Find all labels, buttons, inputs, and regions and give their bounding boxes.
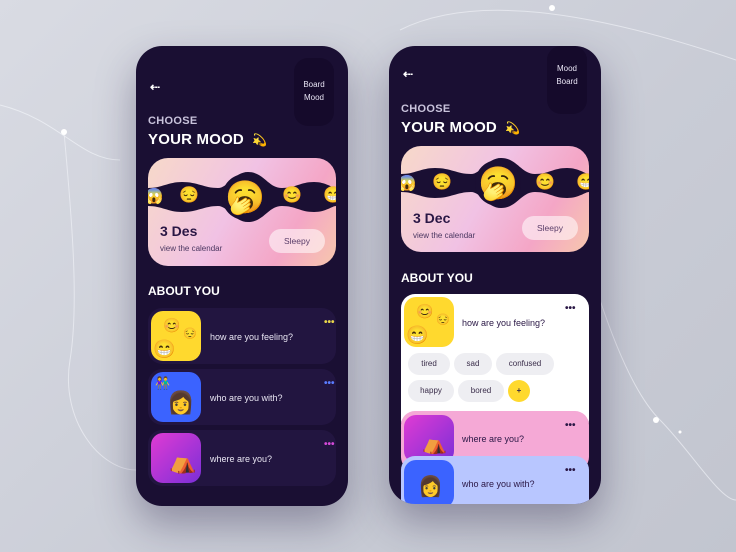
tag-tired[interactable]: tired: [408, 353, 450, 375]
dizzy-icon: 💫: [252, 133, 268, 147]
smirk-emoji-icon: 😔: [436, 314, 450, 326]
view-calendar-link[interactable]: view the calendar: [160, 244, 222, 253]
yawn-emoji-icon[interactable]: 🥱: [475, 160, 521, 206]
mood-pill[interactable]: Sleepy: [269, 229, 325, 253]
where-thumb: ⛺: [151, 433, 201, 483]
page-title: YOUR MOOD 💫: [401, 119, 521, 136]
people-icon: 👩: [167, 390, 195, 415]
tag-bored[interactable]: bored: [458, 380, 504, 402]
back-arrow-icon[interactable]: ⇠: [403, 67, 413, 81]
people-icon: 👩: [418, 476, 443, 498]
mood-board-button[interactable]: Mood Board: [547, 46, 587, 114]
with-label: who are you with?: [462, 479, 535, 489]
tag-happy[interactable]: happy: [408, 380, 454, 402]
scream-emoji-icon[interactable]: 😱: [148, 186, 164, 206]
smile-emoji-icon[interactable]: 😊: [281, 185, 303, 207]
smile-emoji-icon: 😁: [406, 325, 429, 345]
where-more-icon[interactable]: •••: [565, 421, 576, 431]
tent-icon: ⛺: [169, 449, 197, 474]
dizzy-icon: 💫: [505, 121, 521, 135]
grin-emoji-icon[interactable]: 😁: [322, 185, 336, 207]
page-title-text: YOUR MOOD: [148, 131, 244, 148]
with-label: who are you with?: [210, 393, 283, 403]
background-curves: [0, 5, 736, 501]
mood-pill[interactable]: Sleepy: [522, 216, 578, 240]
scream-emoji-icon[interactable]: 😱: [401, 173, 417, 193]
where-label: where are you?: [210, 454, 273, 464]
heart-eyes-emoji-icon: 😊: [163, 317, 181, 333]
feeling-thumb: 😊 😔 😁: [151, 311, 201, 361]
feeling-thumb: 😊 😔 😁: [404, 297, 454, 347]
pensive-emoji-icon[interactable]: 😔: [431, 172, 453, 194]
with-more-icon[interactable]: •••: [565, 466, 576, 476]
page-title-text: YOUR MOOD: [401, 119, 497, 136]
tent-icon: ⛺: [422, 433, 447, 455]
right-phone: ⇠ Mood Board CHOOSE YOUR MOOD 💫 😱 😔 🥱 😊 …: [389, 46, 601, 504]
where-row[interactable]: ⛺ where are you? •••: [148, 430, 336, 486]
mood-card: 😱 😔 🥱 😊 😁 3 Des view the calendar Sleepy: [148, 158, 336, 266]
mood-card: 😱 😔 🥱 😊 😁 3 Dec view the calendar Sleepy: [401, 146, 589, 252]
smile-emoji-icon: 😁: [153, 339, 176, 359]
with-thumb: 👫 👩: [151, 372, 201, 422]
grin-emoji-icon[interactable]: 😁: [575, 172, 589, 194]
with-row[interactable]: 👩 who are you with? •••: [401, 456, 589, 504]
feeling-label: how are you feeling?: [462, 318, 546, 328]
where-more-icon[interactable]: •••: [324, 440, 335, 450]
mood-date: 3 Des: [160, 223, 198, 239]
add-tag-button[interactable]: +: [508, 380, 530, 402]
choose-label: CHOOSE: [148, 115, 198, 127]
where-label: where are you?: [462, 434, 525, 444]
feeling-more-icon[interactable]: •••: [565, 304, 576, 314]
left-phone: ⇠ Board Mood CHOOSE YOUR MOOD 💫 😱 😔 🥱 😊 …: [136, 46, 348, 506]
smirk-emoji-icon: 😔: [183, 328, 197, 340]
feeling-more-icon[interactable]: •••: [324, 318, 335, 328]
about-title: ABOUT YOU: [148, 284, 220, 298]
tag-confused[interactable]: confused: [496, 353, 554, 375]
feeling-row[interactable]: 😊 😔 😁 how are you feeling? •••: [148, 308, 336, 364]
with-row[interactable]: 👫 👩 who are you with? •••: [148, 369, 336, 425]
yawn-emoji-icon[interactable]: 🥱: [222, 174, 268, 220]
board-mood-button[interactable]: Board Mood: [294, 58, 334, 126]
about-title: ABOUT YOU: [401, 271, 473, 285]
view-calendar-link[interactable]: view the calendar: [413, 231, 475, 240]
mood-date: 3 Dec: [413, 210, 451, 226]
back-arrow-icon[interactable]: ⇠: [150, 80, 160, 94]
with-more-icon[interactable]: •••: [324, 379, 335, 389]
with-thumb: 👩: [404, 460, 454, 504]
choose-label: CHOOSE: [401, 103, 451, 115]
smile-emoji-icon[interactable]: 😊: [534, 172, 556, 194]
tag-sad[interactable]: sad: [454, 353, 492, 375]
heart-eyes-emoji-icon: 😊: [416, 303, 434, 319]
pensive-emoji-icon[interactable]: 😔: [178, 185, 200, 207]
couple-icon: 👫: [155, 376, 170, 390]
feeling-label: how are you feeling?: [210, 332, 294, 342]
page-title: YOUR MOOD 💫: [148, 131, 268, 148]
